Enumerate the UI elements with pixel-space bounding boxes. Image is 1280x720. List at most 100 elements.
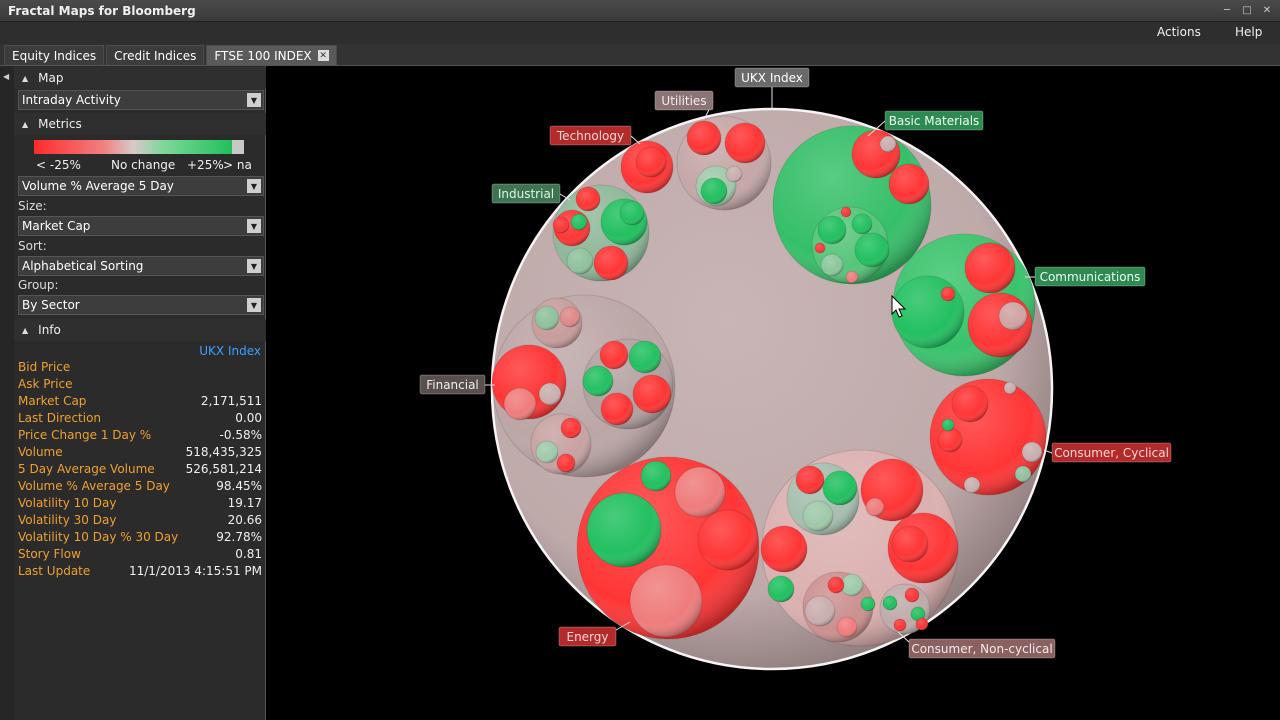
sector-label-communications[interactable]: Communications xyxy=(1040,270,1141,284)
sort-dropdown[interactable]: Alphabetical Sorting ▼ xyxy=(18,256,264,276)
sector-label-utilities[interactable]: Utilities xyxy=(661,94,706,108)
sector-label-energy[interactable]: Energy xyxy=(566,630,608,644)
bubble-shading xyxy=(768,576,794,602)
bubble-shading xyxy=(600,341,628,369)
bubble-shading xyxy=(952,386,988,422)
panel-collapse-strip[interactable]: ◀ xyxy=(0,66,14,720)
info-row: 5 Day Average Volume 526,581,214 xyxy=(18,462,262,479)
bubble-shading xyxy=(698,510,758,570)
info-row: Last Update 11/1/2013 4:15:51 PM xyxy=(18,564,262,581)
bubble-shading xyxy=(553,217,569,233)
bubble-shading xyxy=(636,147,666,177)
info-label: 5 Day Average Volume xyxy=(18,462,155,476)
bubble-shading xyxy=(894,619,906,631)
info-value: 19.17 xyxy=(227,496,262,510)
size-dropdown[interactable]: Market Cap ▼ xyxy=(18,216,264,236)
sector-label-industrial[interactable]: Industrial xyxy=(498,187,554,201)
tab-ftse-100-index[interactable]: FTSE 100 INDEX ✕ xyxy=(206,45,337,65)
sector-label-basic-materials[interactable]: Basic Materials xyxy=(889,114,980,128)
info-label: Volatility 10 Day % 30 Day xyxy=(18,530,179,544)
bubble-shading xyxy=(535,306,559,330)
section-info-header[interactable]: ▲ Info xyxy=(14,319,266,341)
close-tab-icon[interactable]: ✕ xyxy=(317,50,329,61)
metric-dropdown[interactable]: Volume % Average 5 Day ▼ xyxy=(18,176,264,196)
info-label: Ask Price xyxy=(18,377,73,391)
bubble-shading xyxy=(725,123,765,163)
info-value: 0.00 xyxy=(235,411,262,425)
bubble-shading xyxy=(861,597,875,611)
sector-label-consumer-noncyclical[interactable]: Consumer, Non-cyclical xyxy=(911,642,1052,656)
chevron-down-icon[interactable]: ▼ xyxy=(247,219,261,233)
maximize-icon[interactable]: □ xyxy=(1240,3,1254,17)
fractal-map-canvas[interactable]: UKX Index Utilities Basic Materials Technol… xyxy=(267,66,1280,720)
info-label: Volatility 30 Day xyxy=(18,513,117,527)
bubble-shading xyxy=(576,187,600,211)
bubble-shading xyxy=(536,441,558,463)
minimize-icon[interactable]: ─ xyxy=(1220,3,1234,17)
bubble-shading xyxy=(905,588,919,602)
legend-na-label: > na xyxy=(223,158,252,172)
collapse-left-icon[interactable]: ◀ xyxy=(3,72,9,81)
bubble-shading xyxy=(964,477,980,493)
bubble-shading xyxy=(601,393,633,425)
group-dropdown[interactable]: By Sector ▼ xyxy=(18,295,264,315)
bubble-shading xyxy=(883,596,897,610)
info-row: Last Direction 0.00 xyxy=(18,411,262,428)
label-connector xyxy=(630,135,641,145)
chevron-down-icon[interactable]: ▼ xyxy=(247,179,261,193)
bubble-shading xyxy=(1015,466,1031,482)
sector-label-technology[interactable]: Technology xyxy=(556,129,624,143)
sort-label: Sort: xyxy=(18,239,47,253)
menu-actions[interactable]: Actions xyxy=(1157,25,1201,39)
info-row: Ask Price xyxy=(18,377,262,394)
bubble-shading xyxy=(557,454,575,472)
tab-credit-indices[interactable]: Credit Indices xyxy=(106,45,205,65)
bubble-shading xyxy=(889,164,929,204)
collapse-triangle-icon: ▲ xyxy=(22,119,29,129)
bubble-shading xyxy=(837,617,857,637)
map-view-dropdown[interactable]: Intraday Activity ▼ xyxy=(18,90,264,110)
section-map-header[interactable]: ▲ Map xyxy=(14,67,266,89)
info-value: -0.58% xyxy=(219,428,262,442)
size-label: Size: xyxy=(18,199,47,213)
bubble-shading xyxy=(866,498,884,516)
bubble-shading xyxy=(841,207,851,217)
bubble-shading xyxy=(823,471,857,505)
close-window-icon[interactable]: ✕ xyxy=(1260,3,1274,17)
info-row: Volatility 10 Day 19.17 xyxy=(18,496,262,513)
bubble-shading xyxy=(916,618,928,630)
bubble-shading xyxy=(587,493,661,567)
bubble-shading xyxy=(846,271,858,283)
bubble-shading xyxy=(630,565,702,637)
selected-security-link[interactable]: UKX Index xyxy=(199,344,261,358)
color-scale-gradient xyxy=(34,140,232,154)
info-row: Bid Price xyxy=(18,360,262,377)
info-label: Price Change 1 Day % xyxy=(18,428,152,442)
chevron-down-icon[interactable]: ▼ xyxy=(247,298,261,312)
info-value: 92.78% xyxy=(216,530,262,544)
info-value: 98.45% xyxy=(216,479,262,493)
info-row: Market Cap 2,171,511 xyxy=(18,394,262,411)
collapse-triangle-icon: ▲ xyxy=(22,73,29,83)
side-panel: ▲ Map Intraday Activity ▼ ▲ Metrics < -2… xyxy=(14,66,266,720)
section-title: Metrics xyxy=(38,117,82,131)
info-value: 20.66 xyxy=(227,513,262,527)
chevron-down-icon[interactable]: ▼ xyxy=(247,93,261,107)
sector-label-consumer-cyclical[interactable]: Consumer, Cyclical xyxy=(1054,446,1169,460)
info-label: Last Direction xyxy=(18,411,102,425)
menu-help[interactable]: Help xyxy=(1235,25,1262,39)
info-label: Market Cap xyxy=(18,394,87,408)
sector-label-financial[interactable]: Financial xyxy=(426,378,479,392)
bubble-shading xyxy=(561,418,581,438)
bubble-shading xyxy=(641,461,671,491)
legend-high-label: +25% xyxy=(187,158,224,172)
root-label[interactable]: UKX Index xyxy=(741,71,803,85)
bubble-shading xyxy=(892,526,928,562)
chevron-down-icon[interactable]: ▼ xyxy=(247,259,261,273)
legend-low-label: < -25% xyxy=(36,158,81,172)
dropdown-value: Intraday Activity xyxy=(22,93,121,107)
bubble-shading xyxy=(539,383,561,405)
tab-equity-indices[interactable]: Equity Indices xyxy=(4,45,105,65)
section-metrics-header[interactable]: ▲ Metrics xyxy=(14,113,266,135)
fractal-map[interactable]: UKX Index Utilities Basic Materials Technol… xyxy=(267,66,1280,720)
